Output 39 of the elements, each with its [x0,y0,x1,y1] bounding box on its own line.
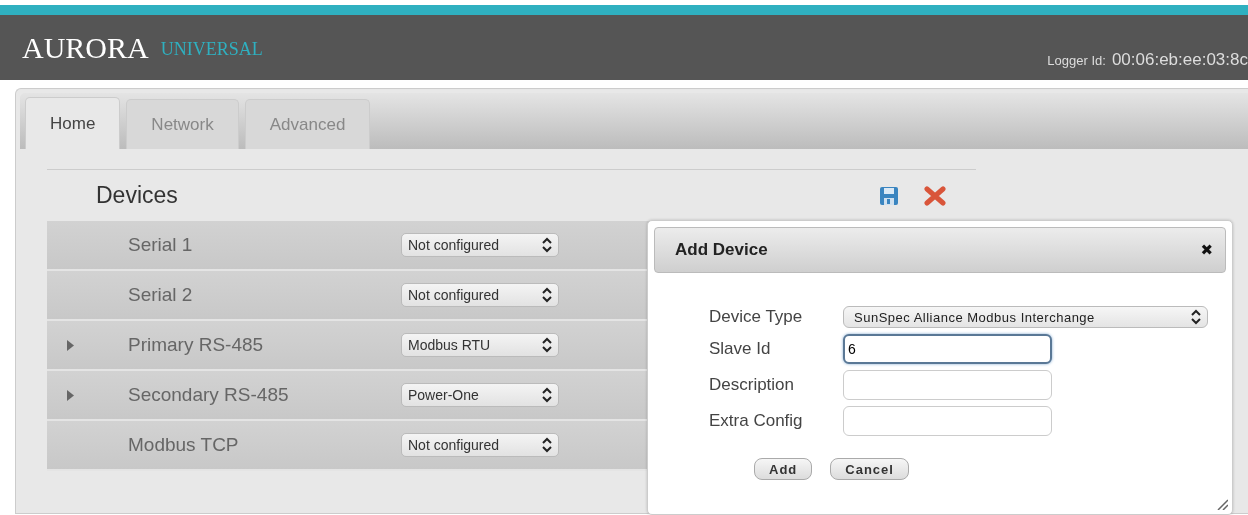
dialog-button[interactable]: Add [754,458,813,480]
device-name: Serial 2 [128,284,194,306]
protocol-select[interactable]: Not configured [401,233,559,257]
chevron-updown-icon [542,337,552,353]
device-name: Secondary RS-485 [128,384,290,406]
close-button[interactable]: ✖ [1200,241,1213,259]
logger-label: Logger Id: [1047,53,1106,68]
section-title: Devices [96,182,179,209]
protocol-select[interactable]: Modbus RTU [401,333,559,357]
device-type-select[interactable]: SunSpec Alliance Modbus Interchange [843,306,1208,328]
dialog-button[interactable]: Cancel [830,458,909,480]
input-field[interactable] [843,370,1052,400]
product-name: UNIVERSAL [160,39,263,60]
expand-arrow-icon[interactable] [67,339,74,351]
device-name: Primary RS-485 [128,334,265,356]
field-label: Slave Id [709,339,772,359]
dialog-title: Add Device [675,240,768,260]
device-name: Modbus TCP [128,434,240,456]
chevron-updown-icon [542,287,552,303]
protocol-select[interactable]: Power-One [401,383,559,407]
brand-logo: AURORA [22,30,149,65]
field-label: Device Type [709,307,804,327]
input-field[interactable] [843,406,1052,436]
resize-grip-icon[interactable] [1216,498,1228,510]
expand-arrow-icon[interactable] [67,389,74,401]
field-label: Extra Config [709,411,804,431]
tab[interactable]: Home [25,97,121,149]
protocol-select[interactable]: Not configured [401,283,559,307]
input-field[interactable]: 6 [843,334,1052,364]
chevron-updown-icon [542,387,552,403]
protocol-select[interactable]: Not configured [401,433,559,457]
chevron-updown-icon [542,237,552,253]
device-name: Serial 1 [128,234,194,256]
chevron-updown-icon [1191,309,1201,325]
field-label: Description [709,375,796,395]
delete-icon[interactable] [924,185,946,206]
save-icon[interactable] [879,185,899,206]
logger-id: 00:06:eb:ee:03:8c [1111,50,1248,70]
chevron-updown-icon [542,437,552,453]
